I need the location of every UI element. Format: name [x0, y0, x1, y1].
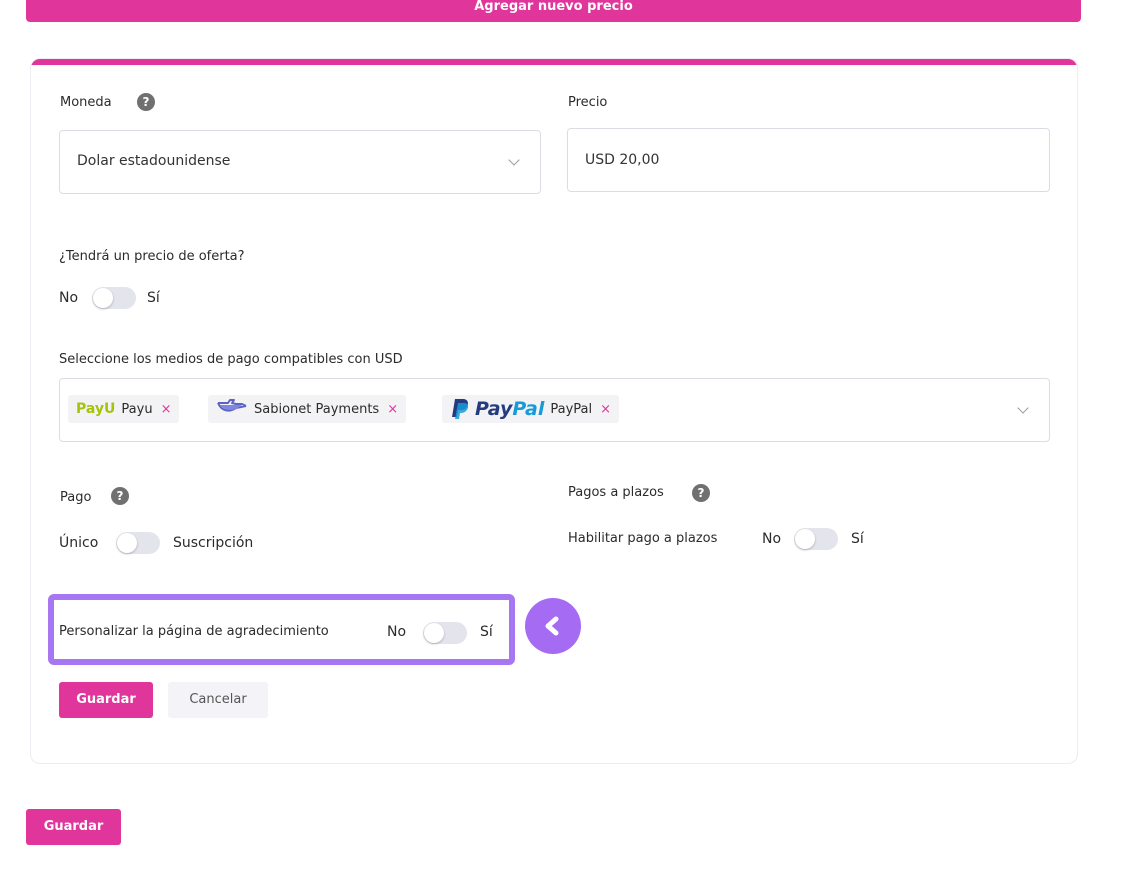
paypal-word-pay: Pay [475, 398, 513, 420]
toggle-knob [117, 533, 137, 553]
paypal-logo-icon: Pay Pal [450, 398, 544, 420]
payment-tag-sabionet: Sabionet Payments × [208, 395, 407, 423]
chevron-down-icon [1017, 402, 1029, 414]
installments-label: Pagos a plazos [568, 485, 664, 500]
thanks-page-highlight: Personalizar la página de agradecimiento… [48, 594, 515, 665]
card-accent-bar [31, 59, 1077, 65]
payment-type-toggle[interactable] [116, 532, 160, 554]
payment-tag-label: PayPal [550, 401, 593, 417]
remove-payu-icon[interactable]: × [161, 402, 172, 417]
offer-toggle[interactable] [92, 287, 136, 309]
sabionet-logo-icon [216, 398, 248, 420]
payu-logo: PayU [76, 401, 116, 417]
paypal-word-pal: Pal [512, 398, 545, 420]
payment-subscription-label: Suscripción [173, 535, 254, 551]
save-price-button[interactable]: Guardar [59, 682, 153, 718]
collapse-panel-button[interactable] [525, 598, 581, 654]
question-circle-icon[interactable]: ? [111, 487, 129, 505]
installments-yes-label: Sí [851, 531, 864, 547]
thanks-page-yes-label: Sí [480, 624, 493, 640]
thanks-page-label: Personalizar la página de agradecimiento [59, 624, 329, 639]
offer-yes-label: Sí [147, 290, 160, 306]
price-label: Precio [568, 95, 608, 110]
payment-single-label: Único [59, 535, 99, 551]
question-circle-icon[interactable]: ? [137, 93, 155, 111]
currency-label: Moneda [60, 95, 112, 110]
cancel-button[interactable]: Cancelar [168, 682, 268, 718]
toggle-knob [795, 529, 815, 549]
chevron-left-icon [545, 616, 559, 636]
thanks-page-no-label: No [387, 624, 407, 640]
remove-sabionet-icon[interactable]: × [387, 402, 398, 417]
price-input[interactable] [568, 129, 1049, 191]
currency-select[interactable]: Dolar estadounidense [59, 130, 541, 194]
offer-no-label: No [59, 290, 79, 306]
payment-tag-label: Sabionet Payments [254, 401, 380, 417]
payment-tag-paypal: Pay Pal PayPal × [442, 395, 620, 423]
payment-methods-select[interactable]: PayU Payu × Sabionet Payments × PayPal [59, 378, 1050, 442]
offer-question: ¿Tendrá un precio de oferta? [59, 249, 245, 264]
payment-methods-label: Seleccione los medios de pago compatible… [59, 352, 403, 367]
payment-type-label: Pago [60, 490, 92, 505]
installments-toggle[interactable] [794, 528, 838, 550]
installments-no-label: No [762, 531, 782, 547]
question-circle-icon[interactable]: ? [692, 484, 710, 502]
currency-select-value: Dolar estadounidense [77, 153, 231, 169]
chevron-down-icon [508, 154, 520, 166]
toggle-knob [93, 288, 113, 308]
payment-tag-label: Payu [121, 401, 153, 417]
footer-save-button[interactable]: Guardar [26, 809, 121, 845]
installments-enable-label: Habilitar pago a plazos [568, 531, 718, 546]
thanks-page-toggle[interactable] [423, 622, 467, 644]
remove-paypal-icon[interactable]: × [600, 402, 611, 417]
payment-tag-payu: PayU Payu × [68, 395, 180, 423]
toggle-knob [424, 623, 444, 643]
price-input-wrapper [567, 128, 1050, 192]
add-new-price-button[interactable]: Agregar nuevo precio [26, 0, 1081, 22]
